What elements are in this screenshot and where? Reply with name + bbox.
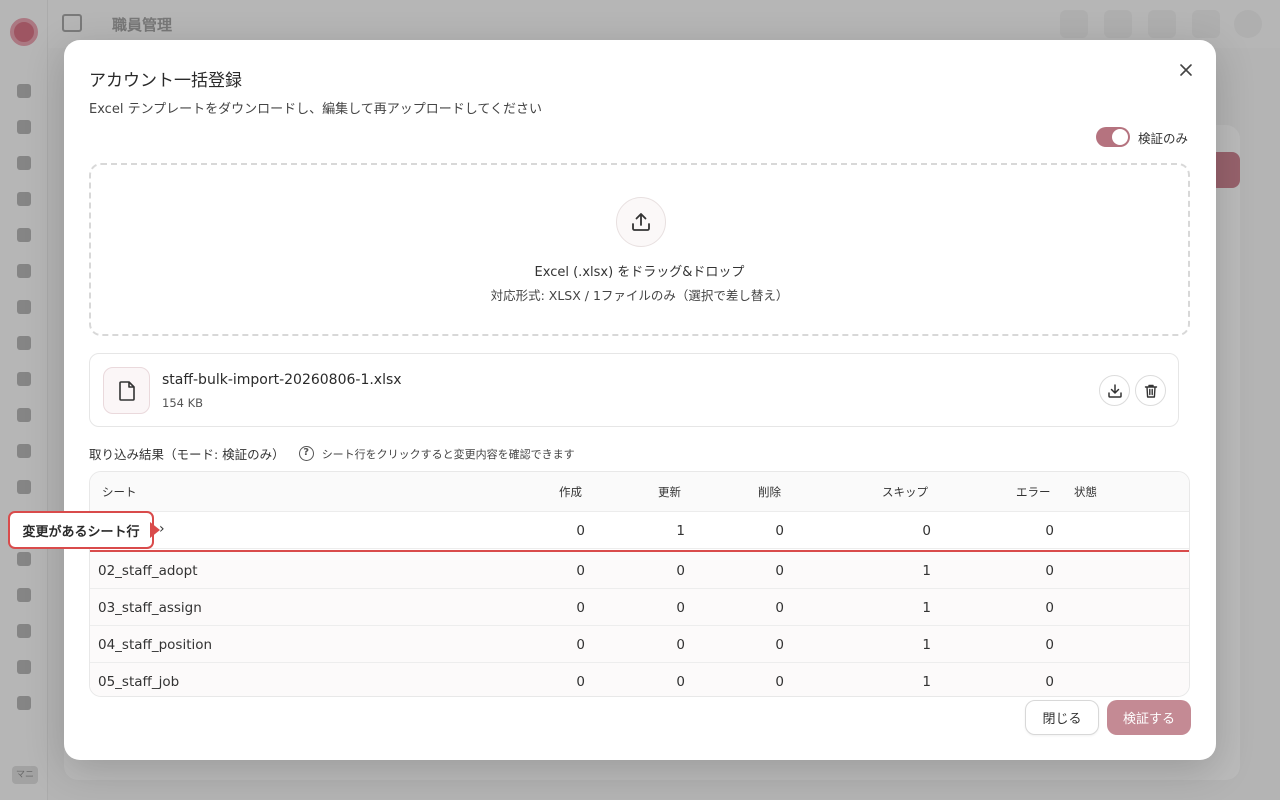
trash-icon [1144, 384, 1157, 398]
cell-delete: 0 [775, 523, 784, 539]
dropzone-sub-text: 対応形式: XLSX / 1ファイルのみ（選択で差し替え） [490, 288, 789, 303]
cell-update: 0 [676, 600, 685, 616]
table-row[interactable]: 03_staff_assign 0 0 0 1 0 [90, 589, 1189, 626]
help-icon[interactable]: ? [298, 446, 314, 461]
toggle-knob [1112, 129, 1128, 145]
cell-skip: 1 [922, 674, 931, 690]
cell-update: 1 [676, 523, 685, 539]
cell-delete: 0 [775, 637, 784, 653]
close-button[interactable] [1172, 56, 1200, 84]
col-status: 状態 [1074, 485, 1097, 499]
cell-create: 0 [576, 600, 585, 616]
validate-only-toggle[interactable] [1096, 127, 1130, 147]
validate-only-toggle-group: 検証のみ [1096, 127, 1188, 147]
cell-delete: 0 [775, 563, 784, 579]
table-row[interactable]: 0 1 0 0 0 [90, 512, 1189, 549]
upload-button[interactable] [616, 197, 666, 247]
cell-error: 0 [1045, 637, 1054, 653]
cell-skip: 1 [922, 563, 931, 579]
cell-sheet: 03_staff_assign [98, 600, 202, 616]
col-error: エラー [1016, 485, 1051, 499]
cell-sheet: 05_staff_job [98, 674, 180, 690]
table-header: シート 作成 更新 削除 スキップ エラー 状態 [90, 472, 1189, 512]
cell-error: 0 [1045, 600, 1054, 616]
validate-only-label: 検証のみ [1138, 130, 1189, 146]
file-name: staff-bulk-import-20260806-1.xlsx [162, 372, 402, 388]
dropzone-main-text: Excel (.xlsx) をドラッグ&ドロップ [534, 265, 745, 280]
cell-sheet: 02_staff_adopt [98, 563, 198, 579]
result-heading: 取り込み結果（モード: 検証のみ） [89, 447, 285, 462]
cell-create: 0 [576, 563, 585, 579]
cell-create: 0 [576, 637, 585, 653]
cell-create: 0 [576, 674, 585, 690]
selected-file-card: staff-bulk-import-20260806-1.xlsx 154 KB [89, 353, 1179, 427]
cell-delete: 0 [775, 674, 784, 690]
cell-delete: 0 [775, 600, 784, 616]
table-row[interactable]: 05_staff_job 0 0 0 1 0 [90, 663, 1189, 696]
changed-sheet-callout: 変更があるシート行 [8, 511, 154, 549]
cell-update: 0 [676, 674, 685, 690]
table-row[interactable]: 02_staff_adopt 0 0 0 1 0 [90, 552, 1189, 589]
cell-skip: 1 [922, 637, 931, 653]
modal-title: アカウント一括登録 [89, 71, 242, 91]
cell-sheet: 04_staff_position [98, 637, 213, 653]
col-create: 作成 [559, 485, 582, 499]
result-hint: シート行をクリックすると変更内容を確認できます [321, 447, 575, 461]
result-heading-group: 取り込み結果（モード: 検証のみ） ? シート行をクリックすると変更内容を確認で… [89, 444, 575, 463]
verify-button[interactable]: 検証する [1107, 700, 1191, 735]
file-size: 154 KB [162, 396, 204, 410]
cell-error: 0 [1045, 523, 1054, 539]
col-skip: スキップ [882, 485, 928, 499]
import-result-table: シート 作成 更新 削除 スキップ エラー 状態 0 1 0 0 0 02_st… [89, 471, 1190, 697]
bulk-import-modal: アカウント一括登録 Excel テンプレートをダウンロードし、編集して再アップロ… [64, 40, 1216, 760]
cell-update: 0 [676, 563, 685, 579]
upload-icon [632, 213, 650, 231]
close-icon [1180, 64, 1192, 76]
cell-skip: 0 [922, 523, 931, 539]
cell-error: 0 [1045, 674, 1054, 690]
row-expand-chevron-icon[interactable]: › [159, 521, 165, 537]
file-dropzone[interactable]: Excel (.xlsx) をドラッグ&ドロップ 対応形式: XLSX / 1フ… [89, 163, 1190, 336]
download-file-button[interactable] [1099, 375, 1130, 406]
modal-description: Excel テンプレートをダウンロードし、編集して再アップロードしてください [89, 102, 543, 117]
delete-file-button[interactable] [1135, 375, 1166, 406]
cell-skip: 1 [922, 600, 931, 616]
download-icon [1107, 383, 1122, 398]
cell-update: 0 [676, 637, 685, 653]
table-row[interactable]: 04_staff_position 0 0 0 1 0 [90, 626, 1189, 663]
col-update: 更新 [658, 485, 681, 499]
cell-create: 0 [576, 523, 585, 539]
close-modal-button[interactable]: 閉じる [1025, 700, 1099, 735]
col-delete: 削除 [758, 485, 781, 499]
col-sheet: シート [102, 485, 137, 499]
cell-error: 0 [1045, 563, 1054, 579]
file-icon [103, 367, 150, 414]
